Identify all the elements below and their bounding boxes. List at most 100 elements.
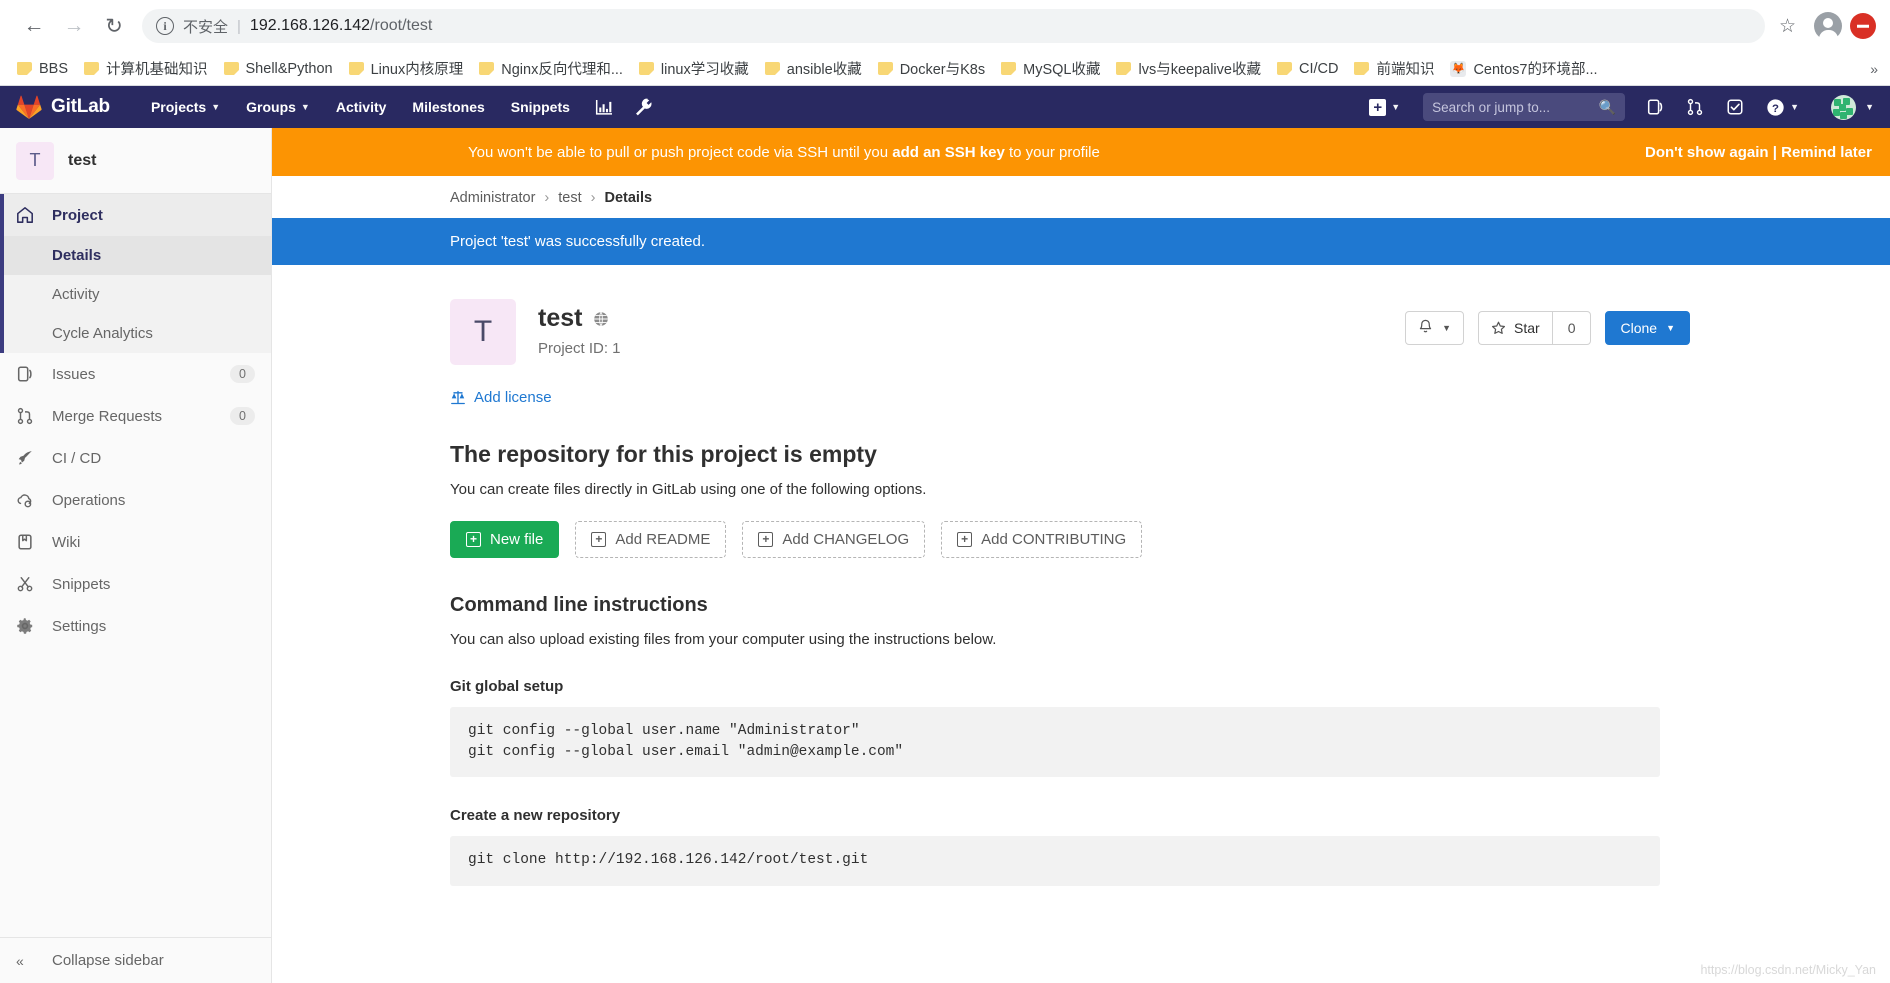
chevron-down-icon: ▼: [1666, 323, 1675, 333]
user-menu[interactable]: ▼: [1810, 94, 1876, 120]
chevron-down-icon: ▼: [1442, 323, 1451, 333]
breadcrumb-administrator[interactable]: Administrator: [450, 190, 535, 206]
bookmark-item[interactable]: CI/CD: [1270, 58, 1345, 80]
collapse-sidebar-button[interactable]: « Collapse sidebar: [0, 937, 271, 983]
nav-link-activity[interactable]: Activity: [323, 86, 400, 128]
new-dropdown-button[interactable]: + ▼: [1358, 98, 1411, 116]
plus-icon: +: [1369, 98, 1387, 116]
plus-icon: +: [957, 531, 973, 547]
back-icon[interactable]: ←: [14, 6, 54, 46]
bookmark-label: 计算机基础知识: [106, 62, 208, 78]
banner-action-divider: |: [1772, 143, 1777, 161]
main-content: You won't be able to pull or push projec…: [272, 128, 1890, 983]
search-input[interactable]: Search or jump to... 🔍: [1423, 93, 1626, 121]
folder-icon: [17, 62, 32, 75]
add-changelog-button[interactable]: + Add CHANGELOG: [742, 520, 926, 558]
site-info-icon[interactable]: i: [156, 17, 174, 35]
wrench-icon[interactable]: [624, 98, 663, 116]
nav-link-milestones[interactable]: Milestones: [399, 86, 497, 128]
bookmark-item[interactable]: Nginx反向代理和...: [472, 55, 630, 82]
sidebar-item-issues[interactable]: Issues 0: [0, 353, 271, 395]
gitlab-nav-links: Projects ▼ Groups ▼ Activity Milestones Snippe…: [138, 86, 583, 128]
gitlab-top-nav: GitLab Projects ▼ Groups ▼ Activity Milestone…: [0, 86, 1890, 128]
add-ssh-key-link[interactable]: add an SSH key: [892, 144, 1005, 161]
chart-icon[interactable]: [583, 99, 624, 116]
bookmark-item[interactable]: 前端知识: [1347, 55, 1441, 82]
bookmark-label: ansible收藏: [786, 62, 862, 78]
new-file-label: New file: [490, 530, 544, 548]
sidebar-item-operations[interactable]: Operations: [0, 479, 271, 521]
sidebar-item-merge-requests[interactable]: Merge Requests 0: [0, 395, 271, 437]
ssh-banner-text-after: to your profile: [1004, 143, 1100, 161]
forward-icon[interactable]: →: [54, 6, 94, 46]
star-icon: [1491, 321, 1506, 336]
nav-link-label: Snippets: [510, 99, 570, 115]
nav-link-snippets[interactable]: Snippets: [498, 86, 583, 128]
breadcrumb-separator: ›: [544, 190, 550, 206]
url-path: /root/test: [370, 17, 433, 34]
bookmark-item[interactable]: ansible收藏: [758, 55, 869, 82]
clone-label: Clone: [1620, 320, 1658, 336]
bookmark-item[interactable]: Docker与K8s: [871, 55, 992, 82]
bookmark-item[interactable]: 计算机基础知识: [77, 55, 215, 82]
folder-icon: [1276, 62, 1292, 75]
nav-link-label: Activity: [335, 99, 387, 115]
folder-icon: [479, 62, 495, 75]
dont-show-again-link[interactable]: Don't show again: [1645, 144, 1769, 161]
bookmark-item[interactable]: Linux内核原理: [342, 55, 471, 82]
sidebar-item-ci-cd[interactable]: CI / CD: [0, 437, 271, 479]
sidebar-item-settings[interactable]: Settings: [0, 605, 271, 647]
bookmarks-overflow-icon[interactable]: »: [1870, 61, 1880, 77]
sidebar-item-activity[interactable]: Activity: [0, 275, 271, 314]
add-readme-label: Add README: [615, 530, 711, 548]
bell-icon: [1418, 319, 1433, 338]
star-button[interactable]: Star: [1478, 311, 1552, 345]
sidebar-item-snippets[interactable]: Snippets: [0, 563, 271, 605]
notification-dropdown-button[interactable]: ▼: [1405, 311, 1464, 345]
breadcrumb-test[interactable]: test: [558, 190, 581, 206]
star-button-group: Star 0: [1478, 311, 1592, 345]
ssh-banner-actions: Don't show again | Remind later: [1645, 144, 1872, 161]
add-contributing-button[interactable]: + Add CONTRIBUTING: [941, 520, 1143, 558]
git-global-setup-code[interactable]: git config --global user.name "Administr…: [450, 706, 1660, 778]
book-icon: [16, 533, 38, 551]
issues-icon[interactable]: [1635, 98, 1675, 116]
bookmark-item[interactable]: BBS: [10, 58, 75, 80]
remind-later-link[interactable]: Remind later: [1781, 144, 1872, 161]
sidebar-item-wiki[interactable]: Wiki: [0, 521, 271, 563]
chevron-down-icon: ▼: [211, 102, 221, 112]
plus-icon: +: [758, 531, 774, 547]
browser-profile-avatar[interactable]: [1814, 12, 1842, 42]
sidebar-item-details[interactable]: Details: [0, 236, 271, 275]
sidebar-item-project[interactable]: Project: [0, 194, 271, 236]
new-file-button[interactable]: + New file: [450, 520, 560, 558]
extension-badge-icon[interactable]: [1850, 13, 1876, 39]
reload-icon[interactable]: ↻: [94, 6, 134, 46]
help-icon[interactable]: ? ▼: [1755, 98, 1810, 117]
create-new-repository-heading: Create a new repository: [450, 807, 621, 825]
add-license-link[interactable]: Add license: [450, 389, 552, 406]
create-new-repository-code[interactable]: git clone http://192.168.126.142/root/te…: [450, 836, 1660, 886]
merge-requests-icon[interactable]: [1675, 98, 1715, 116]
bookmark-item[interactable]: 🦊 Centos7的环境部...: [1443, 55, 1604, 82]
clone-button[interactable]: Clone ▼: [1605, 311, 1690, 345]
bookmark-star-icon[interactable]: ☆: [1771, 15, 1804, 38]
bookmark-item[interactable]: MySQL收藏: [994, 55, 1107, 82]
watermark: https://blog.csdn.net/Micky_Yan: [1700, 963, 1876, 977]
todos-icon[interactable]: [1715, 98, 1755, 116]
nav-link-groups[interactable]: Groups ▼: [233, 86, 323, 128]
sidebar-item-label: Snippets: [52, 575, 111, 593]
bookmark-item[interactable]: linux学习收藏: [632, 55, 756, 82]
nav-link-projects[interactable]: Projects ▼: [138, 86, 233, 128]
bookmark-item[interactable]: lvs与keepalive收藏: [1109, 55, 1268, 82]
bookmark-label: linux学习收藏: [660, 62, 749, 78]
star-label: Star: [1514, 320, 1540, 336]
add-readme-button[interactable]: + Add README: [575, 520, 727, 558]
gitlab-logo-link[interactable]: GitLab: [16, 95, 110, 119]
project-sidebar: T test Project Details Activity Cycle An…: [0, 128, 272, 983]
chevron-down-icon: ▼: [300, 102, 310, 112]
bookmark-item[interactable]: Shell&Python: [217, 58, 340, 80]
sidebar-item-cycle-analytics[interactable]: Cycle Analytics: [0, 314, 271, 353]
sidebar-project-header[interactable]: T test: [0, 128, 271, 194]
address-bar[interactable]: i 不安全 | 192.168.126.142/root/test: [142, 9, 1765, 43]
